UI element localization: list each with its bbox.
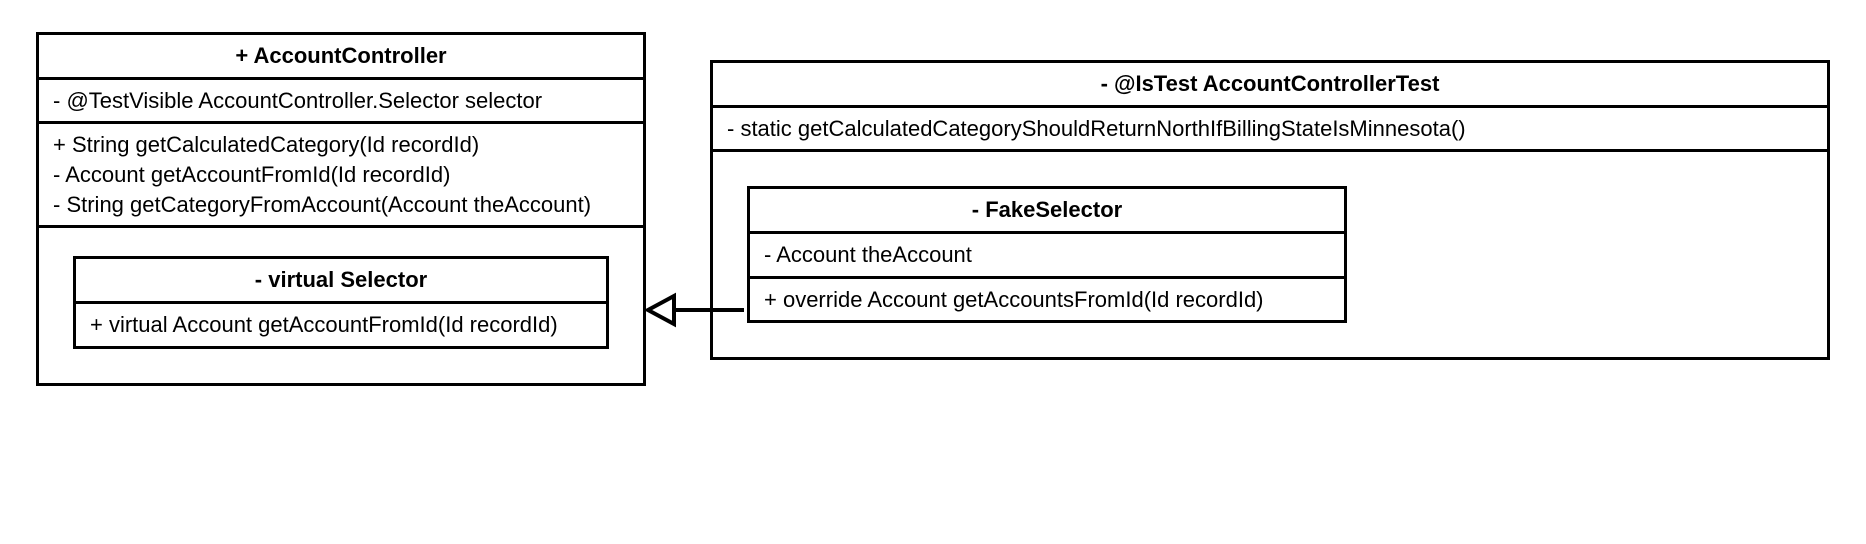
generalization-arrow-icon <box>0 0 1866 544</box>
diagram-canvas: + AccountController - @TestVisible Accou… <box>0 0 1866 544</box>
